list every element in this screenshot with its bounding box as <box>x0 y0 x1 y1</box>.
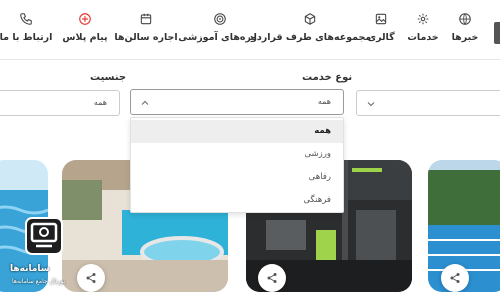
gender-label: جنسیت <box>90 72 127 83</box>
nav-label: ارتباط با ما <box>0 32 53 43</box>
dropdown-option-cultural[interactable]: فرهنگی <box>131 189 343 212</box>
nav-label: خدمات <box>407 32 439 43</box>
service-type-label: نوع خدمت <box>302 72 353 83</box>
share-button[interactable] <box>441 264 469 292</box>
service-type-select[interactable]: همه <box>130 89 344 115</box>
service-type-dropdown: همه ورزشی رفاهی فرهنگی <box>130 117 344 213</box>
nav-label: اجاره سالن‌ها <box>114 32 178 43</box>
nav-item-news[interactable]: خبرها <box>448 12 482 52</box>
chevron-up-icon <box>141 100 149 105</box>
dropdown-option-welfare[interactable]: رفاهی <box>131 166 343 189</box>
nav-item-contract-centers[interactable]: مجموعه‌های طرف قرارداد <box>249 12 371 52</box>
nav-label: مجموعه‌های طرف قرارداد <box>248 32 372 43</box>
share-icon <box>450 273 460 283</box>
chevron-down-icon <box>367 102 375 107</box>
globe-icon <box>459 13 471 25</box>
dropdown-option-all[interactable]: همه <box>131 120 343 143</box>
nav-item-contact[interactable]: ارتباط با ما <box>0 12 52 52</box>
nav-label: خبرها <box>451 32 479 43</box>
nav-item-services[interactable]: خدمات <box>406 12 440 52</box>
nav-label: پیام پلاس <box>62 32 108 43</box>
scroll-edge-marker <box>494 22 500 44</box>
phone-icon <box>20 13 32 25</box>
watermark-subtitle: پورتال جامع سامانه‌ها <box>12 278 66 285</box>
nav-item-gallery[interactable]: گالری <box>364 12 398 52</box>
image-icon <box>375 13 387 25</box>
top-navigation: ارتباط با ما پیام پلاس اجاره سالن‌ها دور… <box>0 0 500 60</box>
gender-select[interactable]: همه <box>0 90 120 116</box>
gear-icon <box>417 13 429 25</box>
nav-item-courses[interactable]: دوره‌های آموزشی <box>178 12 262 52</box>
dropdown-option-sports[interactable]: ورزشی <box>131 143 343 166</box>
service-type-select-value: همه <box>317 97 331 106</box>
share-button[interactable] <box>258 264 286 292</box>
gender-select-value: همه <box>93 98 107 107</box>
logo-watermark <box>25 217 63 255</box>
watermark-title: سامانه‌ها <box>10 264 50 274</box>
nav-item-hall-rental[interactable]: اجاره سالن‌ها <box>114 12 178 52</box>
share-icon <box>267 273 277 283</box>
plus-circle-icon <box>79 13 91 25</box>
cube-icon <box>304 13 316 25</box>
third-select[interactable] <box>356 90 500 116</box>
calendar-icon <box>140 13 152 25</box>
nav-label: گالری <box>367 32 395 43</box>
nav-item-payam-plus[interactable]: پیام پلاس <box>62 12 108 52</box>
target-icon <box>214 13 226 25</box>
